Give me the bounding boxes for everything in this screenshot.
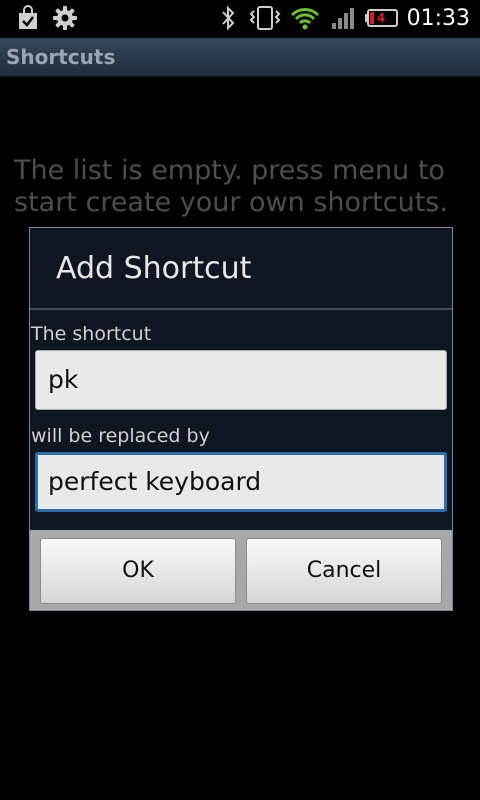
signal-icon <box>330 5 356 35</box>
battery-icon: 4 <box>364 5 400 35</box>
app-title-bar: Shortcuts <box>0 38 480 77</box>
wifi-icon <box>290 5 320 35</box>
replacement-input[interactable]: perfect keyboard <box>35 452 447 512</box>
cancel-button[interactable]: Cancel <box>246 538 442 604</box>
status-bar: 4 01:33 <box>0 0 480 38</box>
replacement-label: will be replaced by <box>31 425 210 447</box>
ok-button[interactable]: OK <box>40 538 236 604</box>
empty-list-message: The list is empty. press menu to start c… <box>14 155 448 218</box>
gear-icon <box>52 5 78 35</box>
add-shortcut-dialog: Add Shortcut The shortcut pk will be rep… <box>29 227 453 611</box>
dialog-title-bar: Add Shortcut <box>30 228 452 310</box>
vibrate-icon <box>248 5 282 35</box>
bluetooth-icon <box>220 5 236 35</box>
status-time: 01:33 <box>406 6 470 31</box>
dialog-button-row: OK Cancel <box>30 530 452 610</box>
shortcut-input[interactable]: pk <box>35 350 447 410</box>
shortcut-label: The shortcut <box>31 323 152 345</box>
bag-icon <box>16 5 40 35</box>
dialog-title: Add Shortcut <box>56 251 252 286</box>
app-title: Shortcuts <box>6 45 116 69</box>
battery-level-text: 4 <box>377 11 386 25</box>
